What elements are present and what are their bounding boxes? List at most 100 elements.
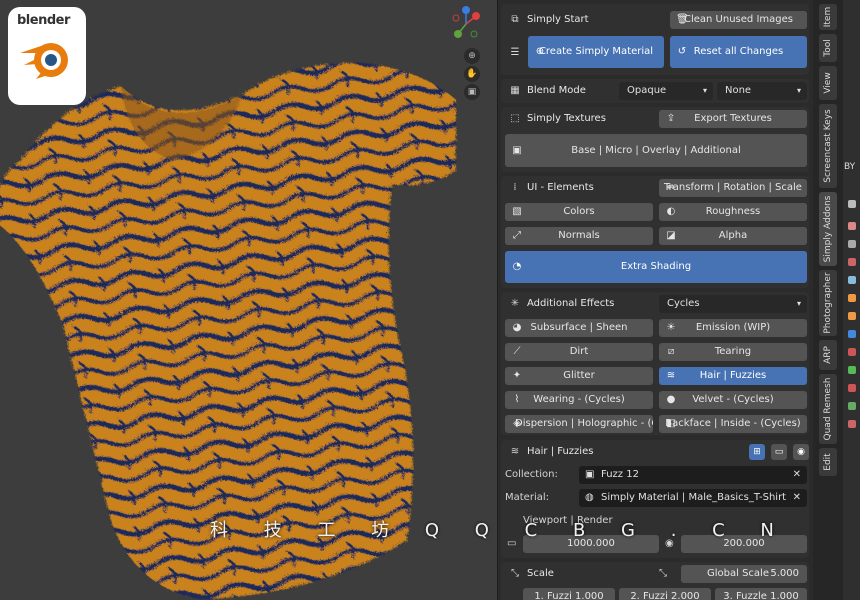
create-simply-material-button[interactable]: ⊕ Create Simply Material [528,36,664,68]
material-icon[interactable] [848,420,856,428]
global-scale-icon: ⤡ [659,568,667,579]
additional-effects-header[interactable]: ✳ Additional Effects [509,295,615,313]
simply-start-header[interactable]: ⧉ Simply Start [509,11,588,29]
roughness-button[interactable]: ◐ Roughness [659,203,807,221]
hair-fuzzies-button[interactable]: ≋ Hair | Fuzzies [659,367,807,385]
ui-elements-header[interactable]: ⁞ UI - Elements [509,179,593,197]
subsurface-sheen-button[interactable]: ◕ Subsurface | Sheen [505,319,653,337]
pan-hand-icon[interactable]: ✋ [464,66,480,82]
tab-label: Tool [823,39,833,57]
fuzz1-field[interactable]: 1. Fuzzi 1.000 [523,588,615,600]
tab-label: Quad Remesh [823,377,833,441]
additional-effects-section: ✳ Additional Effects Cycles ▾ ◕ Subsurface … [501,292,809,435]
simply-textures-header[interactable]: ⬚ Simply Textures [509,110,606,128]
watermark: 科 技 工 坊 Q Q C B G . C N [210,520,789,541]
chevron-down-icon: ▾ [702,86,707,95]
bulb-icon: ☀ [666,322,676,333]
emission-button[interactable]: ☀ Emission (WIP) [659,319,807,337]
material-field[interactable]: ◍ Simply Material | Male_Basics_T-Shirt ✕ [579,489,807,507]
3d-viewport[interactable]: blender ⊕ ✋ ▣ [0,0,497,600]
tab-quad-remesh[interactable]: Quad Remesh [819,374,837,444]
export-icon: ⇪ [666,113,676,124]
tab-view[interactable]: View [819,66,837,100]
effect-label: Subsurface | Sheen [530,322,628,333]
blend-mode-header: ▦ Blend Mode [509,82,586,100]
backface-inside-button[interactable]: ◧ Backface | Inside - (Cycles) [659,415,807,433]
tab-tool[interactable]: Tool [819,34,837,62]
fuzz2-field[interactable]: 2. Fuzzi 2.000 [619,588,711,600]
scale-section: ⤡ Scale ⤡ Global Scale 5.000 1. Fuzzi 1.00… [501,562,809,600]
screen-icon[interactable]: ▭ [771,444,787,460]
tab-label: Screencast Keys [823,109,833,183]
tab-label: Photographer [823,272,833,334]
dirt-button[interactable]: ⟋ Dirt [505,343,653,361]
world-icon[interactable] [848,294,856,302]
physics-icon[interactable] [848,366,856,374]
ui-elements-section: ⁞ UI - Elements ⇔ Transform | Rotation | S… [501,176,809,288]
clean-unused-images-button[interactable]: 🗑 Clean Unused Images [670,11,807,29]
clear-icon[interactable]: ✕ [793,466,801,484]
global-scale-field[interactable]: Global Scale 5.000 [681,565,807,583]
scene-icon[interactable] [848,276,856,284]
object-icon[interactable] [848,312,856,320]
sparkle-icon: ✦ [512,370,522,381]
tab-label: Edit [823,453,833,471]
blend-mode-label: Blend Mode [527,85,586,96]
data-icon[interactable] [848,402,856,410]
subsurface-icon: ◕ [512,322,522,333]
modifier-icon[interactable] [848,330,856,338]
output-icon[interactable] [848,240,856,248]
extra-shading-button[interactable]: ◔ Extra Shading [505,251,807,283]
hair-fuzzies-header[interactable]: ≋ Hair | Fuzzies [509,443,594,461]
transform-icon: ⇔ [666,182,676,193]
scale-header[interactable]: ⤡ Scale [509,565,554,583]
camera-view-icon[interactable]: ▣ [464,84,480,100]
transform-rotation-scale-button[interactable]: ⇔ Transform | Rotation | Scale [659,179,807,197]
zoom-icon[interactable]: ⊕ [464,48,480,64]
blend-mode-dropdown[interactable]: Opaque ▾ [619,82,713,100]
material-value: Simply Material | Male_Basics_T-Shirt [601,492,787,503]
normals-button[interactable]: ⤢ Normals [505,227,653,245]
scale-title: Scale [527,568,554,579]
collection-field[interactable]: ▣ Fuzz 12 ✕ [579,466,807,484]
tool-icon[interactable] [848,200,856,208]
tab-label: View [823,72,833,94]
velvet-button[interactable]: ● Velvet - (Cycles) [659,391,807,409]
sidebar-tabs: Item Tool View Screencast Keys Simply Ad… [813,0,843,600]
tab-edit[interactable]: Edit [819,448,837,476]
plus-icon: ⊕ [535,46,545,57]
constraints-icon[interactable] [848,384,856,392]
tearing-button[interactable]: ⧄ Tearing [659,343,807,361]
reset-label: Reset all Changes [693,46,784,57]
colors-button[interactable]: ▧ Colors [505,203,653,221]
navigation-gizmo[interactable] [446,4,486,44]
texture-layers-button[interactable]: ▣ Base | Micro | Overlay | Additional [505,134,807,167]
glitter-button[interactable]: ✦ Glitter [505,367,653,385]
blend-mode-secondary-dropdown[interactable]: None ▾ [717,82,807,100]
render-engine-dropdown[interactable]: Cycles ▾ [659,295,807,313]
alpha-button[interactable]: ◪ Alpha [659,227,807,245]
tab-simply-addons[interactable]: Simply Addons [819,192,837,266]
shading-icon: ◔ [512,261,522,272]
tab-arp[interactable]: ARP [819,340,837,370]
velvet-icon: ● [666,394,676,405]
dispersion-holographic-button[interactable]: ◈ Dispersion | Holographic - (C... [505,415,653,433]
render-icon[interactable] [848,222,856,230]
fuzz3-field[interactable]: 3. Fuzzle 1.000 [715,588,807,600]
right-strip-label: BY [844,162,856,172]
rocket-icon: ⧉ [511,14,519,25]
camera-icon[interactable]: ◉ [793,444,809,460]
tab-item[interactable]: Item [819,4,837,30]
tab-screencast-keys[interactable]: Screencast Keys [819,104,837,188]
reset-all-changes-button[interactable]: ↺ Reset all Changes [670,36,807,68]
export-textures-button[interactable]: ⇪ Export Textures [659,110,807,128]
view-layer-icon[interactable] [848,258,856,266]
tab-photographer[interactable]: Photographer [819,270,837,336]
properties-icon-strip: BY [843,0,860,600]
clear-icon[interactable]: ✕ [793,489,801,507]
sidebar-panel: ⧉ Simply Start 🗑 Clean Unused Images ☰ ⊕ Cr… [497,0,813,600]
wearing-button[interactable]: ⌇ Wearing - (Cycles) [505,391,653,409]
particles-icon[interactable] [848,348,856,356]
add-collection-icon[interactable]: ⊞ [749,444,765,460]
extra-shading-label: Extra Shading [620,261,692,272]
